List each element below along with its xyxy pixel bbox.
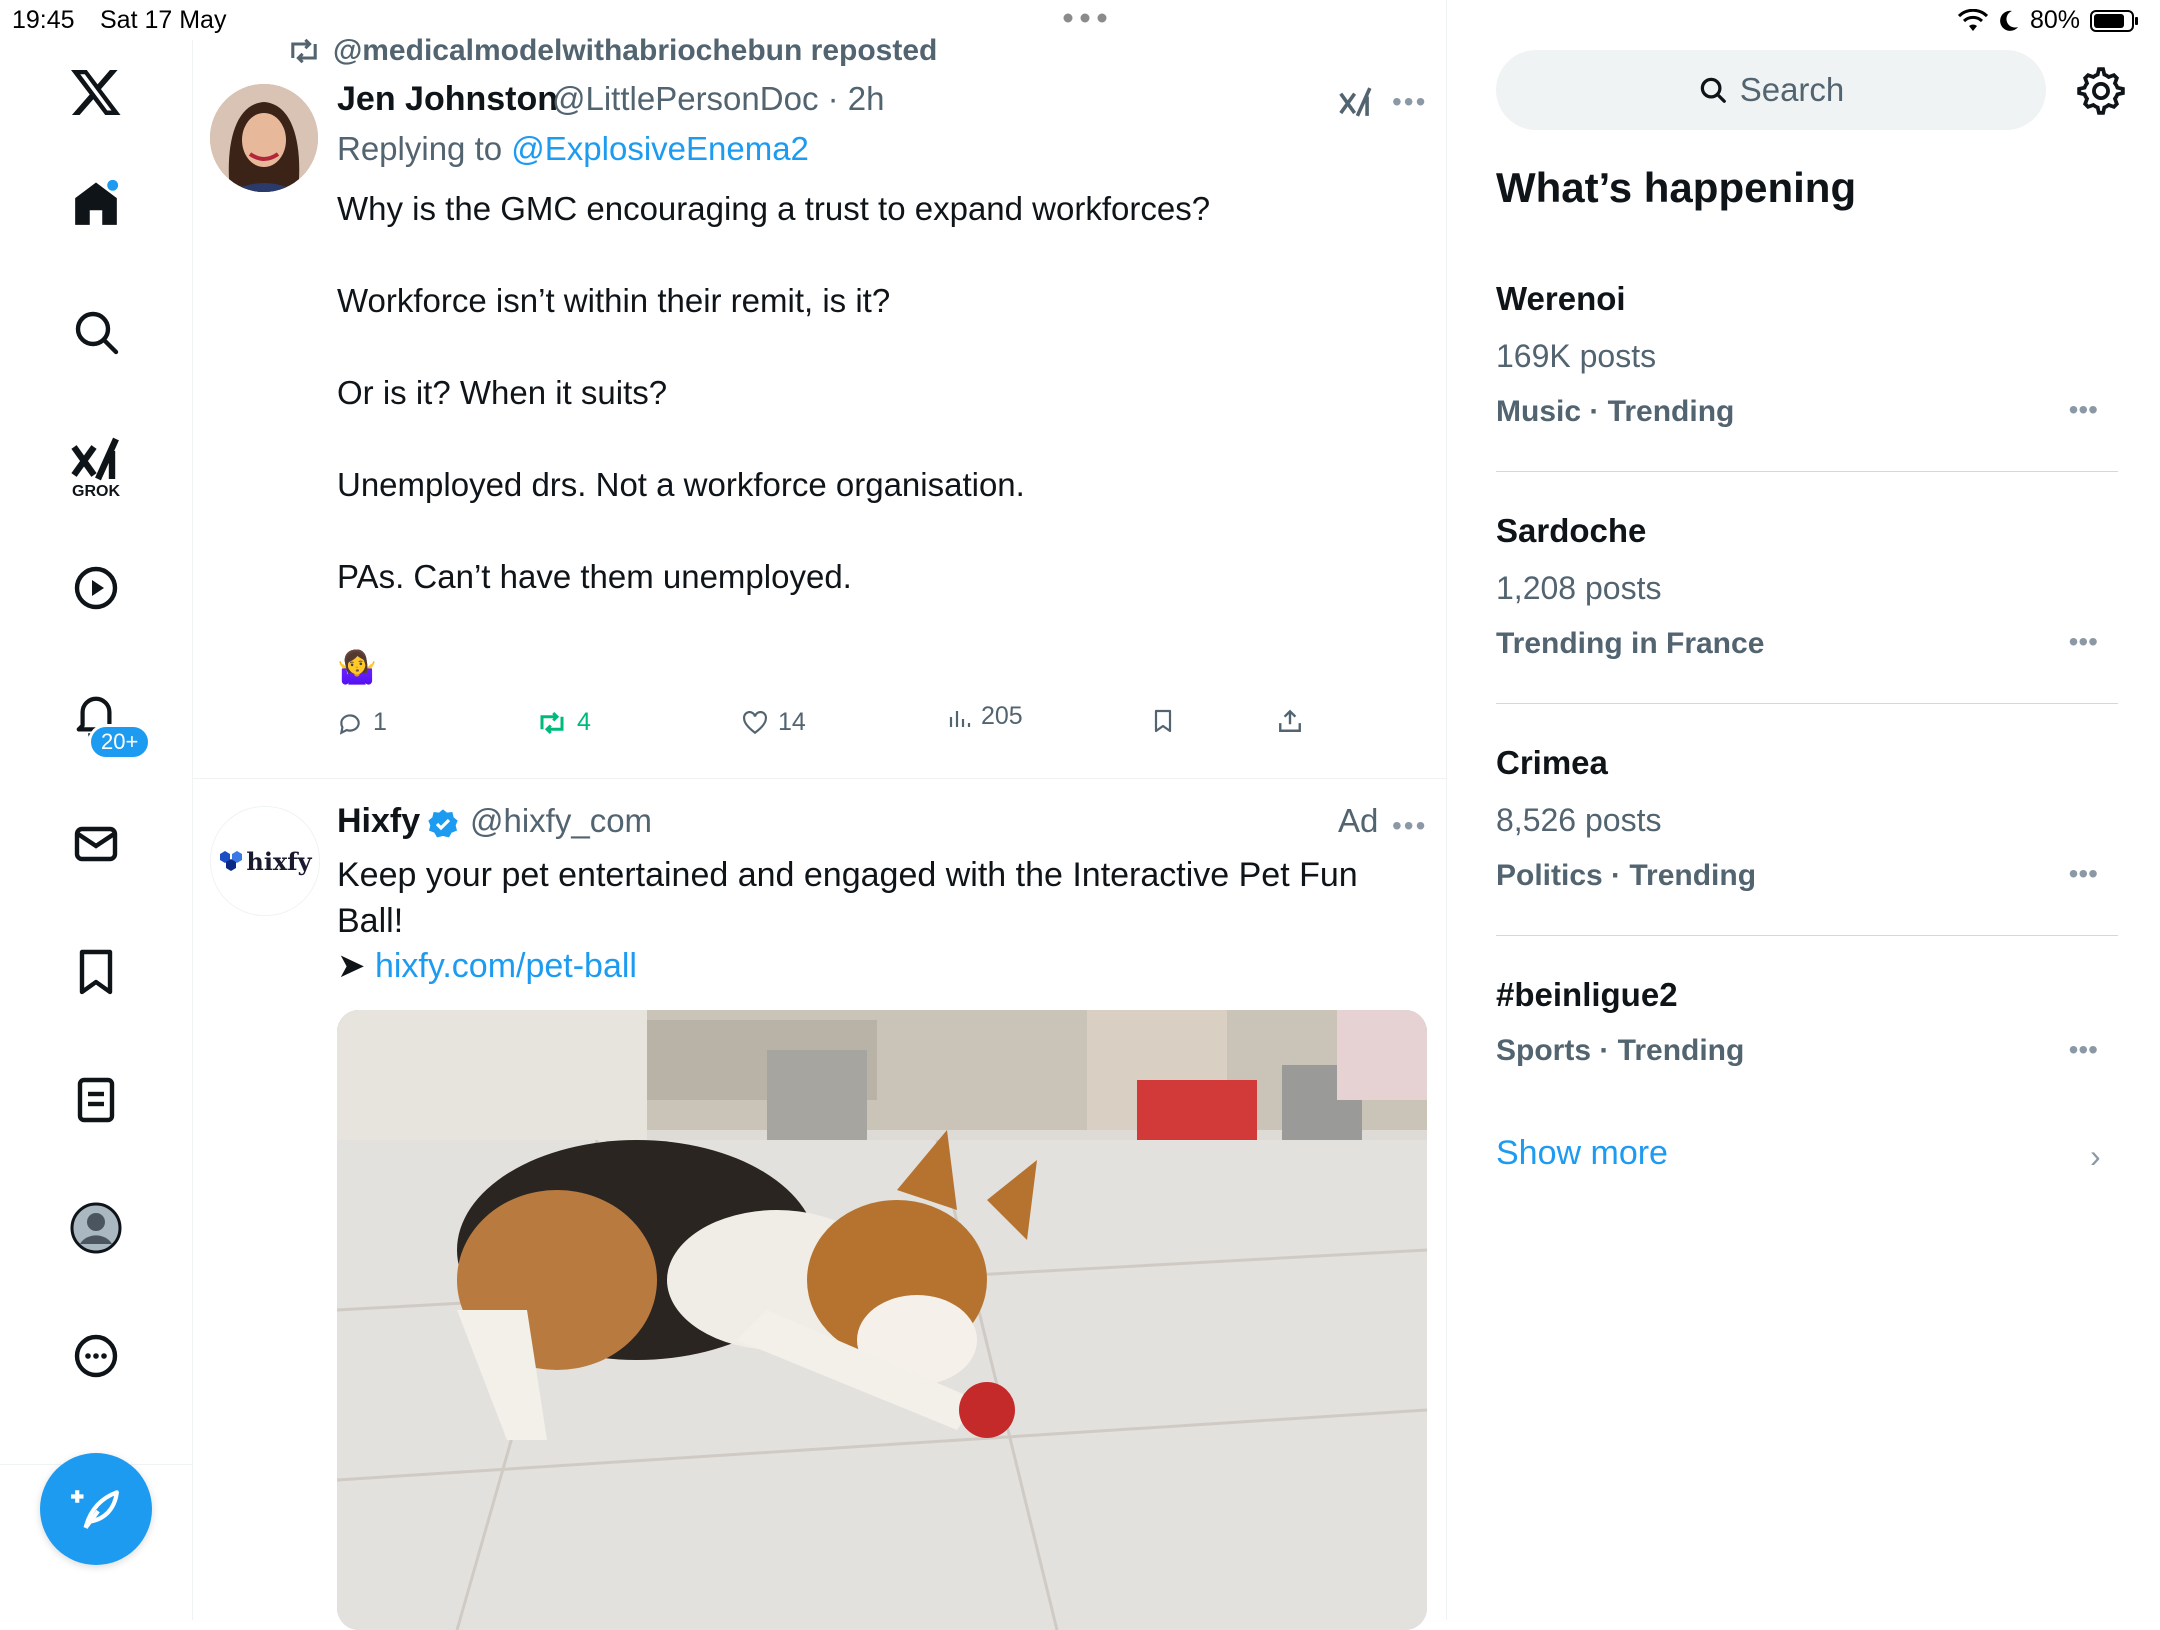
messages-icon[interactable] [64, 812, 128, 876]
trend-divider [1496, 471, 2118, 472]
notifications-badge: 20+ [88, 724, 152, 760]
advertiser-name[interactable]: Hixfy [337, 802, 420, 841]
chevron-right-icon[interactable]: › [2090, 1138, 2101, 1175]
trend-name: Sardoche [1496, 512, 1647, 549]
trend-more-icon[interactable]: ••• [2069, 1034, 2098, 1066]
views-count: 205 [981, 702, 1023, 730]
compose-post-button[interactable] [40, 1453, 152, 1565]
repost-icon [291, 38, 317, 64]
reply-icon [339, 713, 360, 735]
search-placeholder: Search [1739, 71, 1845, 108]
post-emoji: 🤷‍♀️ [337, 649, 377, 685]
advertiser-avatar[interactable]: hixfy [210, 806, 320, 916]
trend-name: #beinligue2 [1496, 976, 1678, 1013]
home-icon[interactable] [64, 172, 128, 236]
advertiser-handle[interactable]: @hixfy_com [470, 802, 652, 840]
post-line: Workforce isn’t within their remit, is i… [337, 282, 891, 319]
trend-item[interactable]: Werenoi 169K posts Music · Trending ••• [1496, 280, 2118, 429]
repost-action-icon [540, 711, 564, 734]
status-time: 19:45 [12, 6, 75, 34]
post-divider [193, 778, 1446, 779]
lists-icon[interactable] [64, 1068, 128, 1132]
battery-icon [2090, 9, 2138, 32]
views-button[interactable]: 205 [947, 702, 1023, 731]
reply-button[interactable]: 1 [337, 708, 387, 737]
share-button[interactable] [1277, 708, 1303, 734]
ad-label: Ad [1338, 802, 1379, 839]
reply-count: 1 [373, 708, 387, 736]
trend-meta: Sports · Trending [1496, 1034, 1745, 1067]
trend-name: Werenoi [1496, 280, 1626, 317]
ad-link-line: ➤ hixfy.com/pet-ball [337, 946, 637, 986]
x-logo-icon[interactable] [64, 60, 128, 124]
grok-label: GROK [72, 483, 120, 500]
hixfy-logo-icon [220, 851, 243, 871]
trend-posts: 1,208 posts [1496, 570, 1662, 606]
post-line: Or is it? When it suits? [337, 374, 668, 411]
video-icon[interactable] [64, 556, 128, 620]
trend-more-icon[interactable]: ••• [2069, 626, 2098, 658]
search-icon [1700, 77, 1726, 103]
more-options-icon[interactable] [64, 1324, 128, 1388]
whats-happening-heading: What’s happening [1496, 164, 1857, 211]
bookmark-button[interactable] [1152, 708, 1174, 734]
post-line: Why is the GMC encouraging a trust to ex… [337, 190, 1211, 227]
status-right: 80% [1957, 6, 2140, 35]
trend-item[interactable]: Crimea 8,526 posts Politics · Trending •… [1496, 744, 2118, 893]
post-actions: 1 4 14 205 [337, 702, 1327, 748]
bookmarks-icon[interactable] [64, 940, 128, 1004]
like-count: 14 [778, 708, 806, 736]
views-icon [949, 710, 971, 727]
ad-link[interactable]: hixfy.com/pet-ball [375, 947, 637, 985]
trend-meta: Trending in France [1496, 627, 1765, 660]
ad-media-image[interactable] [337, 1010, 1427, 1630]
grok-icon [71, 437, 119, 481]
post-line: PAs. Can’t have them unemployed. [337, 558, 852, 595]
ad-more-icon[interactable]: ••• [1392, 810, 1427, 842]
verified-badge-icon [428, 809, 458, 838]
trend-item[interactable]: Sardoche 1,208 posts Trending in France … [1496, 512, 2118, 661]
corgi-playing-image [337, 1010, 1427, 1630]
trend-meta: Politics · Trending [1496, 859, 1757, 892]
search-bar[interactable]: Search [1496, 50, 2046, 130]
author-avatar[interactable] [210, 84, 318, 192]
trend-divider [1496, 703, 2118, 704]
trend-more-icon[interactable]: ••• [2069, 858, 2098, 890]
arrow-icon: ➤ [337, 947, 366, 985]
battery-percent: 80% [2029, 6, 2080, 34]
feather-plus-icon [71, 1490, 119, 1529]
hixfy-logo-text: hixfy [246, 846, 312, 876]
repost-count: 4 [577, 708, 591, 736]
trend-posts: 8,526 posts [1496, 802, 1662, 838]
trend-meta: Music · Trending [1496, 395, 1735, 428]
post-body: Why is the GMC encouraging a trust to ex… [337, 0, 1337, 700]
settings-gear-icon[interactable] [2076, 66, 2126, 116]
trend-posts: 169K posts [1496, 338, 1657, 374]
post-line: Unemployed drs. Not a workforce organisa… [337, 466, 1025, 503]
profile-avatar-icon[interactable] [64, 1196, 128, 1260]
trend-divider [1496, 935, 2118, 936]
show-more-link[interactable]: Show more [1496, 1134, 1668, 1173]
bookmark-icon [1154, 709, 1172, 733]
grok-nav-item[interactable]: GROK [64, 418, 128, 518]
trend-more-icon[interactable]: ••• [2069, 394, 2098, 426]
ad-text: Keep your pet entertained and engaged wi… [337, 856, 1358, 940]
like-button[interactable]: 14 [742, 708, 806, 737]
trend-name: Crimea [1496, 744, 1608, 781]
share-icon [1279, 709, 1301, 732]
heart-icon [743, 710, 767, 734]
post-more-icon[interactable]: ••• [1392, 86, 1427, 118]
trend-item[interactable]: #beinligue2 Sports · Trending ••• [1496, 976, 2118, 1068]
left-navigation: GROK 20+ [0, 40, 193, 1620]
grok-explain-icon[interactable] [1338, 84, 1374, 120]
repost-button[interactable]: 4 [537, 708, 591, 737]
moon-icon [2000, 10, 2018, 31]
wifi-icon [1957, 8, 1988, 31]
search-nav-icon[interactable] [64, 300, 128, 364]
